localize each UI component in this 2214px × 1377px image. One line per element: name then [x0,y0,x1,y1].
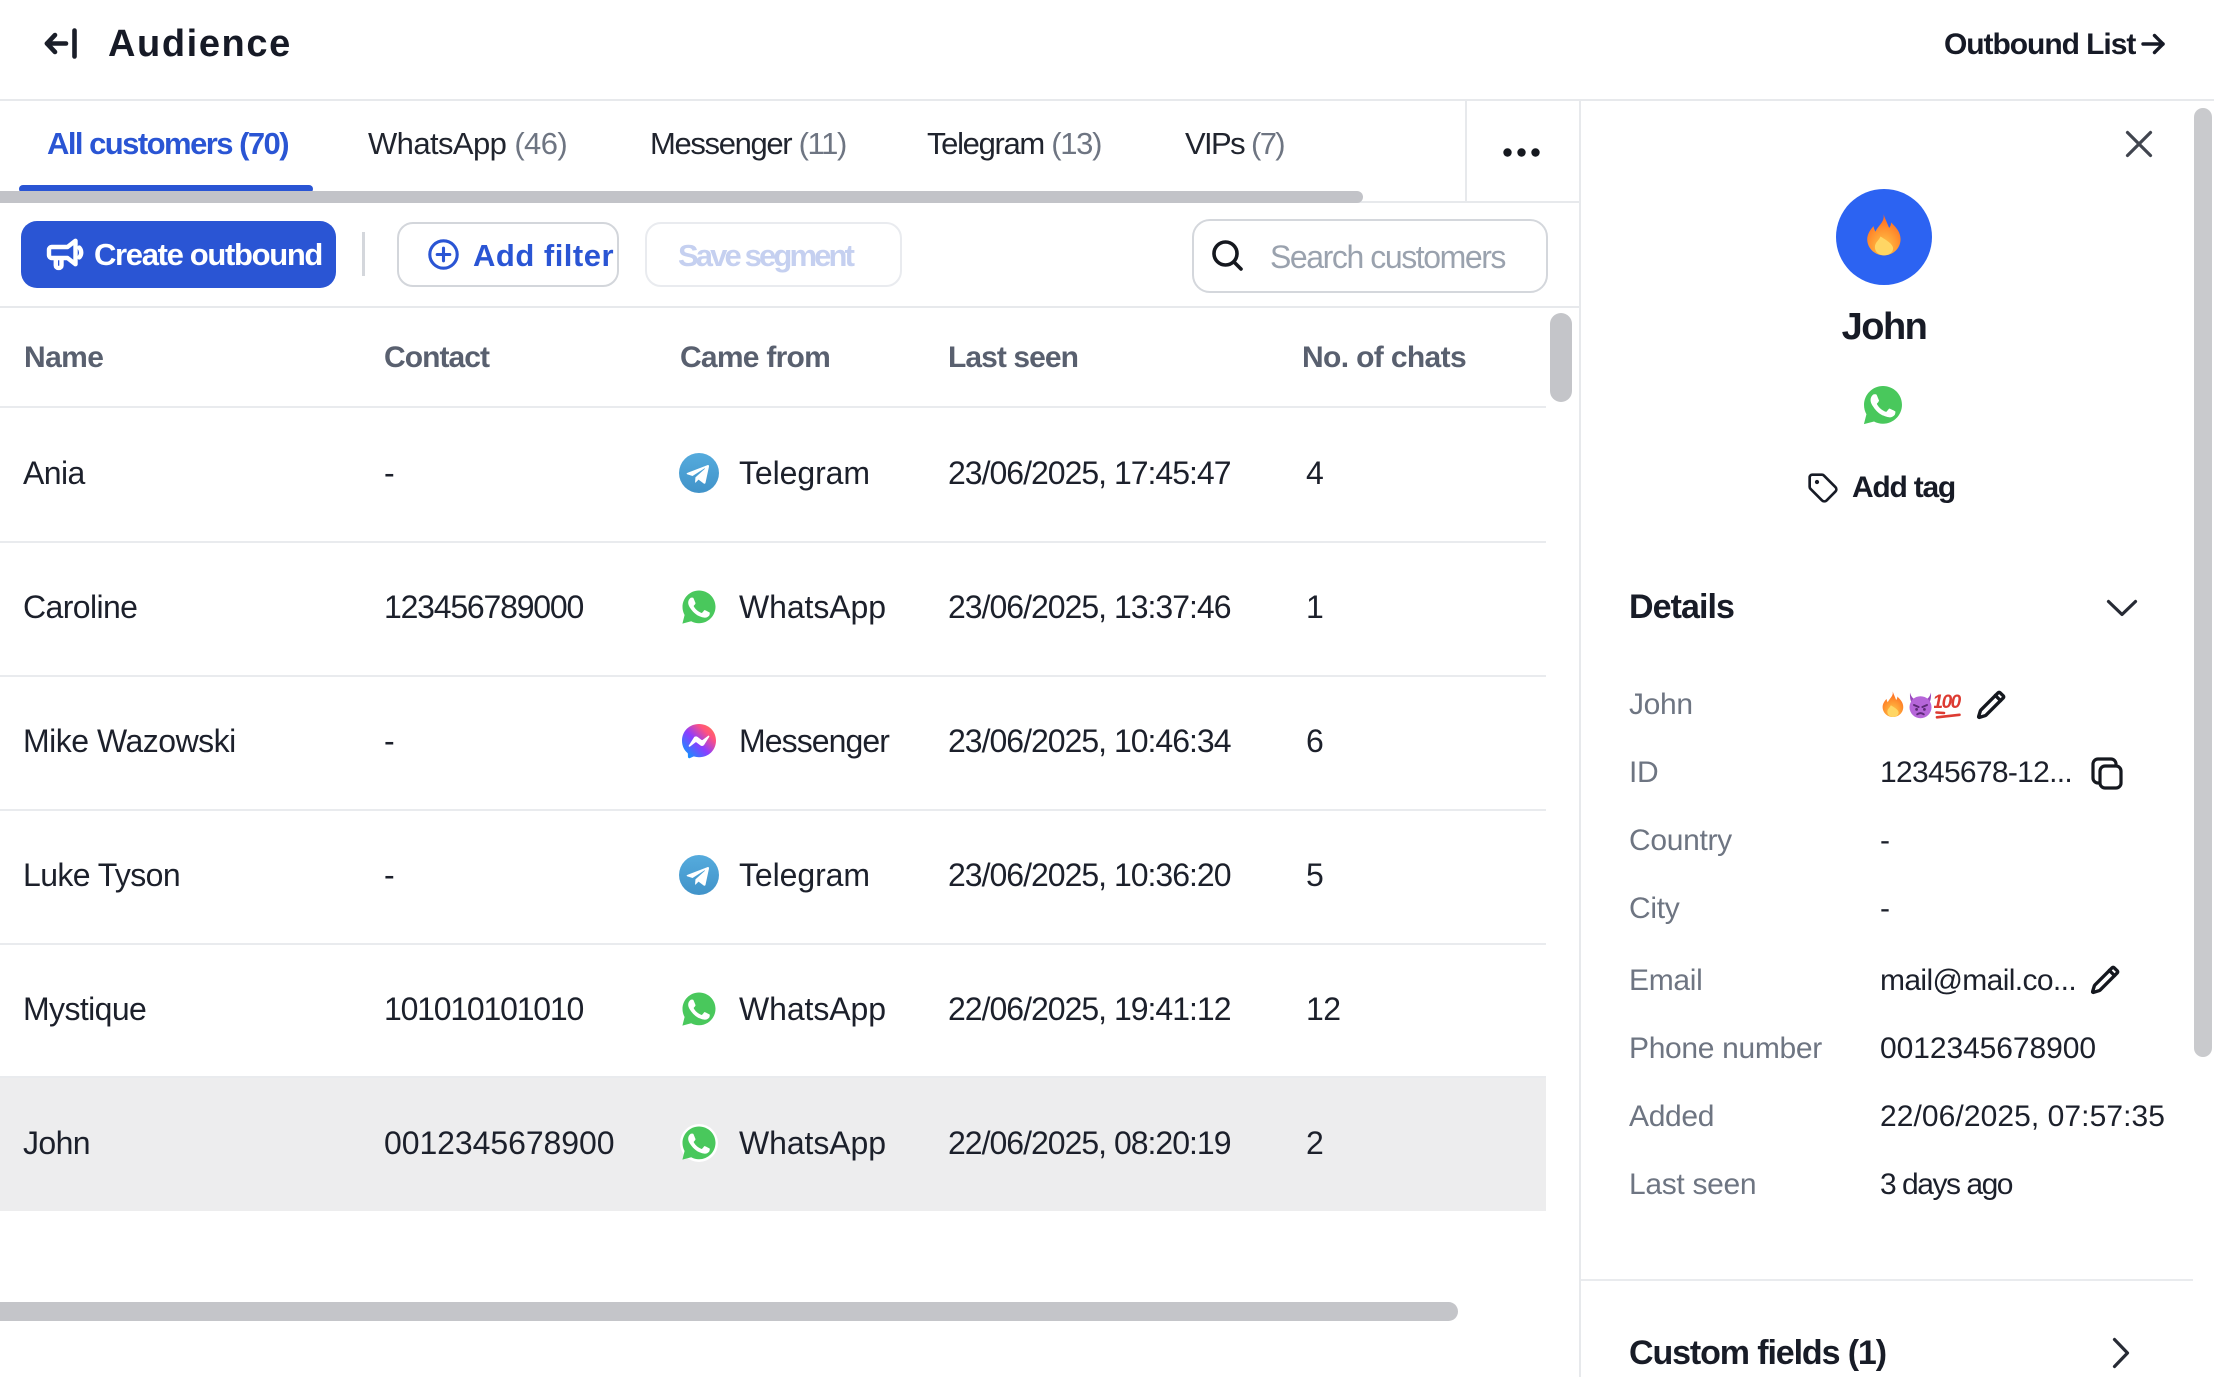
svg-text:100: 100 [1934,692,1961,713]
